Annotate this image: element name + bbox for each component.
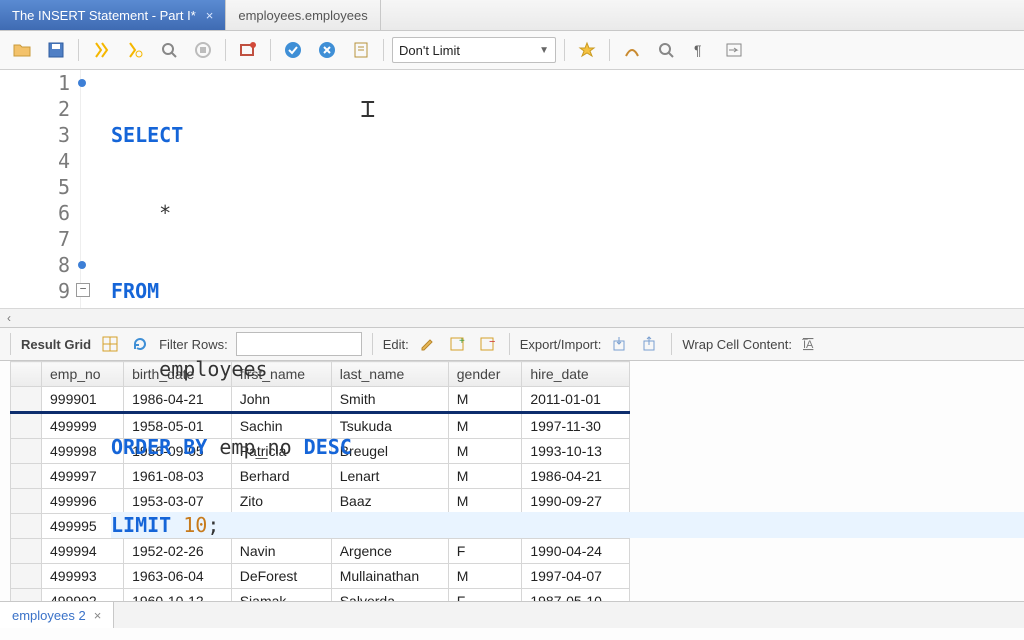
close-icon[interactable]: ×	[94, 608, 102, 623]
line-number: 3	[0, 122, 70, 148]
row-header[interactable]	[11, 589, 42, 602]
wrap-text-button[interactable]	[720, 36, 748, 64]
row-header[interactable]	[11, 539, 42, 564]
row-limit-dropdown[interactable]: Don't Limit ▼	[392, 37, 556, 63]
snippets-button[interactable]	[347, 36, 375, 64]
result-grid-label: Result Grid	[21, 337, 91, 352]
open-file-button[interactable]	[8, 36, 36, 64]
result-tab-employees-2[interactable]: employees 2 ×	[0, 602, 114, 628]
editor-tabstrip: The INSERT Statement - Part I* × employe…	[0, 0, 1024, 31]
editor-tab-insert-statement[interactable]: The INSERT Statement - Part I* ×	[0, 0, 226, 30]
separator	[609, 39, 610, 61]
show-whitespace-button[interactable]: ¶	[686, 36, 714, 64]
commit-button[interactable]	[279, 36, 307, 64]
row-header[interactable]	[11, 489, 42, 514]
execute-button[interactable]	[87, 36, 115, 64]
favorites-button[interactable]	[573, 36, 601, 64]
line-number: 9−	[0, 278, 70, 304]
close-icon[interactable]: ×	[206, 8, 214, 23]
save-button[interactable]	[42, 36, 70, 64]
tab-label: employees.employees	[238, 8, 367, 23]
row-header[interactable]	[11, 413, 42, 439]
scroll-left-icon[interactable]: ‹	[0, 311, 18, 325]
row-header-corner	[11, 362, 42, 387]
rollback-button[interactable]	[313, 36, 341, 64]
tab-label: employees 2	[12, 608, 86, 623]
editor-gutter: 1 2 3 4 5 6 7 8 9−	[0, 70, 81, 308]
line-number: 1	[0, 70, 70, 96]
editor-code-area[interactable]: SELECT * FROM employees ORDER BY emp_no …	[81, 70, 1024, 308]
sql-editor[interactable]: 1 2 3 4 5 6 7 8 9− SELECT * FROM employe…	[0, 70, 1024, 308]
separator	[383, 39, 384, 61]
tab-label: The INSERT Statement - Part I*	[12, 8, 196, 23]
row-limit-label: Don't Limit	[399, 43, 460, 58]
row-header[interactable]	[11, 464, 42, 489]
row-header[interactable]	[11, 514, 42, 539]
editor-tab-employees-employees[interactable]: employees.employees	[226, 0, 380, 30]
execute-current-button[interactable]	[121, 36, 149, 64]
line-number: 8	[0, 252, 70, 278]
toggle-autocommit-button[interactable]	[234, 36, 262, 64]
stop-button[interactable]	[189, 36, 217, 64]
row-header[interactable]	[11, 439, 42, 464]
beautify-button[interactable]	[618, 36, 646, 64]
chevron-down-icon: ▼	[539, 45, 549, 56]
line-number: 7	[0, 226, 70, 252]
row-header[interactable]	[11, 387, 42, 413]
line-number: 4	[0, 148, 70, 174]
line-number: 2	[0, 96, 70, 122]
separator	[225, 39, 226, 61]
separator	[564, 39, 565, 61]
separator	[10, 333, 11, 355]
separator	[78, 39, 79, 61]
search-button[interactable]	[652, 36, 680, 64]
line-number: 6	[0, 200, 70, 226]
row-header[interactable]	[11, 564, 42, 589]
explain-button[interactable]	[155, 36, 183, 64]
separator	[270, 39, 271, 61]
line-number: 5	[0, 174, 70, 200]
svg-text:¶: ¶	[694, 42, 702, 58]
sql-toolbar: Don't Limit ▼ ¶	[0, 31, 1024, 70]
ibeam-cursor-icon: Ꮖ	[361, 98, 375, 124]
